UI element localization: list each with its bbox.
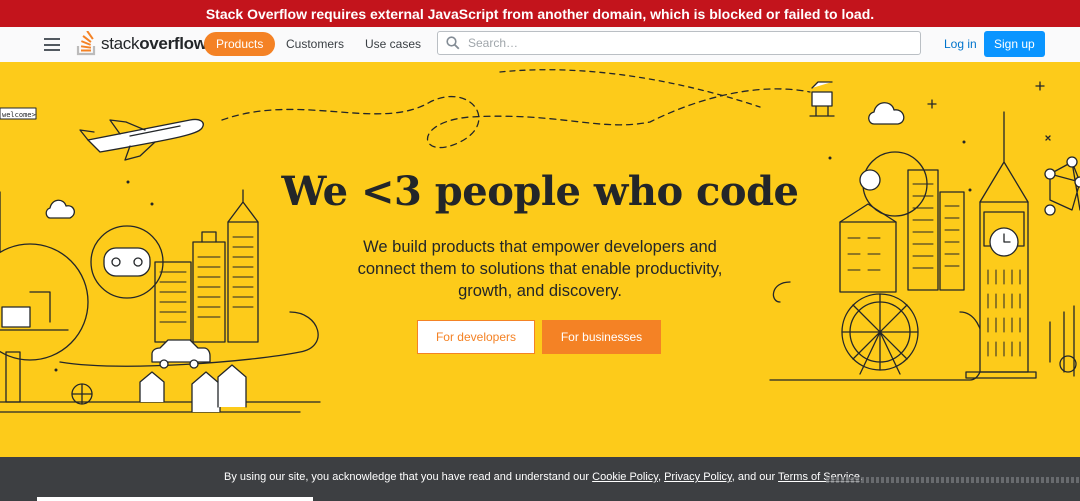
logo-text-bold: overflow	[139, 34, 207, 53]
search-input[interactable]	[466, 35, 910, 51]
for-developers-button[interactable]: For developers	[417, 320, 535, 354]
nav-use-cases[interactable]: Use cases	[353, 32, 433, 56]
signup-button[interactable]: Sign up	[984, 31, 1045, 57]
stackoverflow-logo[interactable]: stackoverflow	[76, 31, 207, 57]
hero-headline: We <3 people who code	[281, 168, 799, 215]
search-icon	[446, 36, 460, 50]
banner-text: Stack Overflow requires external JavaScr…	[205, 5, 875, 22]
cookie-text: By using our site, you acknowledge that …	[224, 471, 863, 483]
logo-text: stackoverflow	[101, 34, 207, 54]
hero-section: welcome> We <3 people who code We build …	[0, 62, 1080, 457]
cookie-prefix: By using our site, you acknowledge that …	[224, 471, 593, 483]
logo-text-light: stack	[101, 34, 140, 53]
privacy-policy-link[interactable]: Privacy Policy	[664, 471, 732, 483]
javascript-error-banner: Stack Overflow requires external JavaScr…	[0, 0, 1080, 28]
menu-icon[interactable]	[44, 38, 60, 51]
cookie-overflow-artifact	[826, 477, 1080, 483]
cookie-sep-2: , and our	[731, 471, 779, 483]
cookie-policy-link[interactable]: Cookie Policy	[592, 471, 658, 483]
for-businesses-button[interactable]: For businesses	[542, 320, 661, 354]
welcome-tag-text: welcome>	[2, 111, 36, 119]
airplane-icon	[79, 118, 204, 161]
hero-subtext: We build products that empower developer…	[357, 238, 723, 300]
cookie-notice: By using our site, you acknowledge that …	[0, 457, 1080, 501]
stackoverflow-logo-icon	[76, 31, 96, 56]
search-box[interactable]	[437, 31, 921, 55]
nav-customers[interactable]: Customers	[274, 32, 356, 56]
top-navigation-bar: stackoverflow Products Customers Use cas…	[0, 27, 1080, 63]
login-button[interactable]: Log in	[934, 31, 987, 57]
nav-products[interactable]: Products	[204, 32, 276, 56]
cookie-bottom-bar	[37, 497, 313, 501]
